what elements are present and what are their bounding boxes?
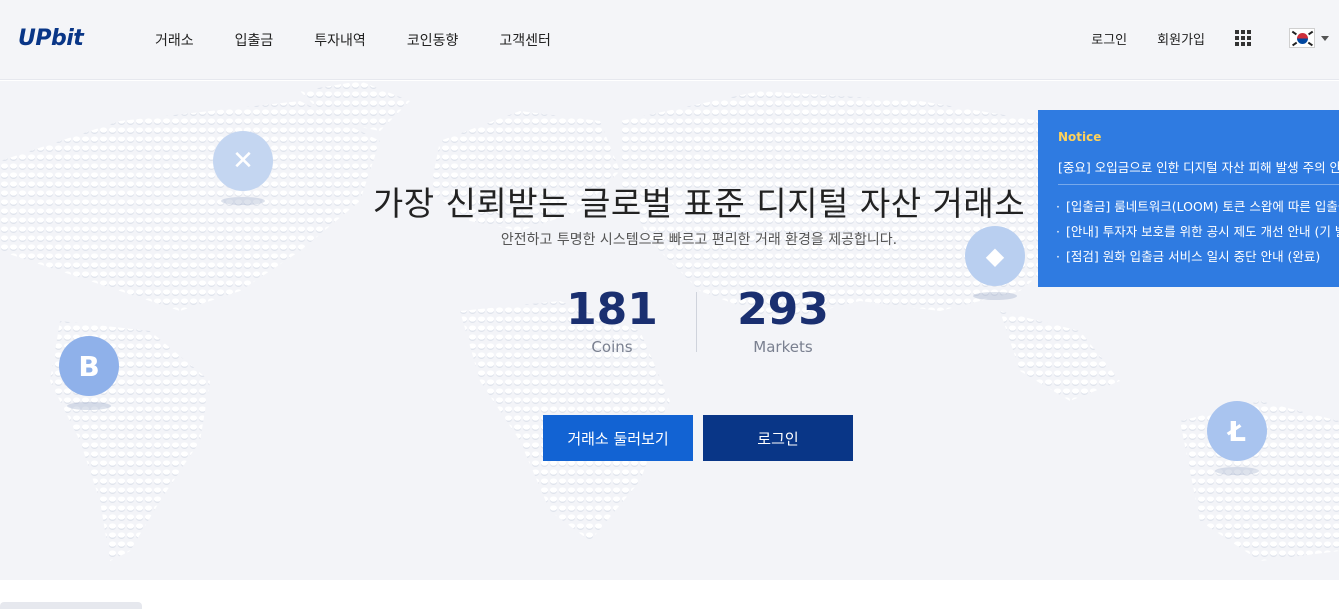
bottom-tab[interactable] bbox=[0, 602, 142, 609]
stats-divider bbox=[696, 292, 697, 352]
litecoin-icon: Ł bbox=[1207, 401, 1267, 475]
nav-customer-center[interactable]: 고객센터 bbox=[499, 30, 551, 50]
nav-exchange[interactable]: 거래소 bbox=[155, 30, 194, 50]
notice-divider bbox=[1058, 184, 1339, 185]
header-login-link[interactable]: 로그인 bbox=[1091, 29, 1127, 48]
top-header: UPbit 거래소 입출금 투자내역 코인동향 고객센터 로그인 회원가입 bbox=[0, 0, 1339, 80]
hero-login-button[interactable]: 로그인 bbox=[703, 415, 853, 461]
main-nav: 거래소 입출금 투자내역 코인동향 고객센터 bbox=[155, 30, 592, 50]
notice-item[interactable]: · [점검] 원화 입출금 서비스 일시 중단 안내 (완료) bbox=[1056, 246, 1339, 265]
notice-title: Notice bbox=[1058, 130, 1102, 144]
explore-exchange-button[interactable]: 거래소 둘러보기 bbox=[543, 415, 693, 461]
apps-grid-icon[interactable] bbox=[1235, 30, 1251, 46]
language-dropdown-caret-icon[interactable] bbox=[1321, 35, 1329, 41]
notice-item[interactable]: ·[안내] 투자자 보호를 위한 공시 제도 개선 안내 (기 발행 공시) bbox=[1056, 221, 1339, 240]
markets-count: 293 bbox=[737, 284, 829, 335]
korea-flag-icon[interactable] bbox=[1289, 28, 1315, 48]
notice-list: ·[입출금] 룸네트워크(LOOM) 토큰 스왑에 따른 입출금 일시 중단 안… bbox=[1056, 196, 1339, 271]
coins-count: 181 bbox=[566, 284, 658, 335]
notice-item[interactable]: ·[입출금] 룸네트워크(LOOM) 토큰 스왑에 따른 입출금 일시 중단 안… bbox=[1056, 196, 1339, 215]
notice-panel: Notice [중요] 오입금으로 인한 디지털 자산 피해 발생 주의 안내 … bbox=[1038, 110, 1339, 287]
stats-block: 181 Coins 293 Markets bbox=[557, 284, 847, 357]
nav-investment-history[interactable]: 투자내역 bbox=[314, 30, 366, 50]
nav-coin-trends[interactable]: 코인동향 bbox=[407, 30, 459, 50]
markets-label: Markets bbox=[753, 338, 813, 356]
notice-main-link[interactable]: [중요] 오입금으로 인한 디지털 자산 피해 발생 주의 안내 bbox=[1058, 157, 1339, 176]
bottom-section bbox=[0, 580, 1339, 609]
coins-label: Coins bbox=[591, 338, 633, 356]
upbit-logo[interactable]: UPbit bbox=[18, 26, 84, 51]
bitcoin-icon: B bbox=[59, 336, 119, 410]
nav-deposit-withdraw[interactable]: 입출금 bbox=[235, 30, 274, 50]
header-signup-link[interactable]: 회원가입 bbox=[1157, 29, 1205, 48]
header-right-menu: 로그인 회원가입 bbox=[1091, 28, 1329, 48]
coins-stat: 181 Coins bbox=[557, 284, 667, 357]
markets-stat: 293 Markets bbox=[728, 284, 838, 357]
